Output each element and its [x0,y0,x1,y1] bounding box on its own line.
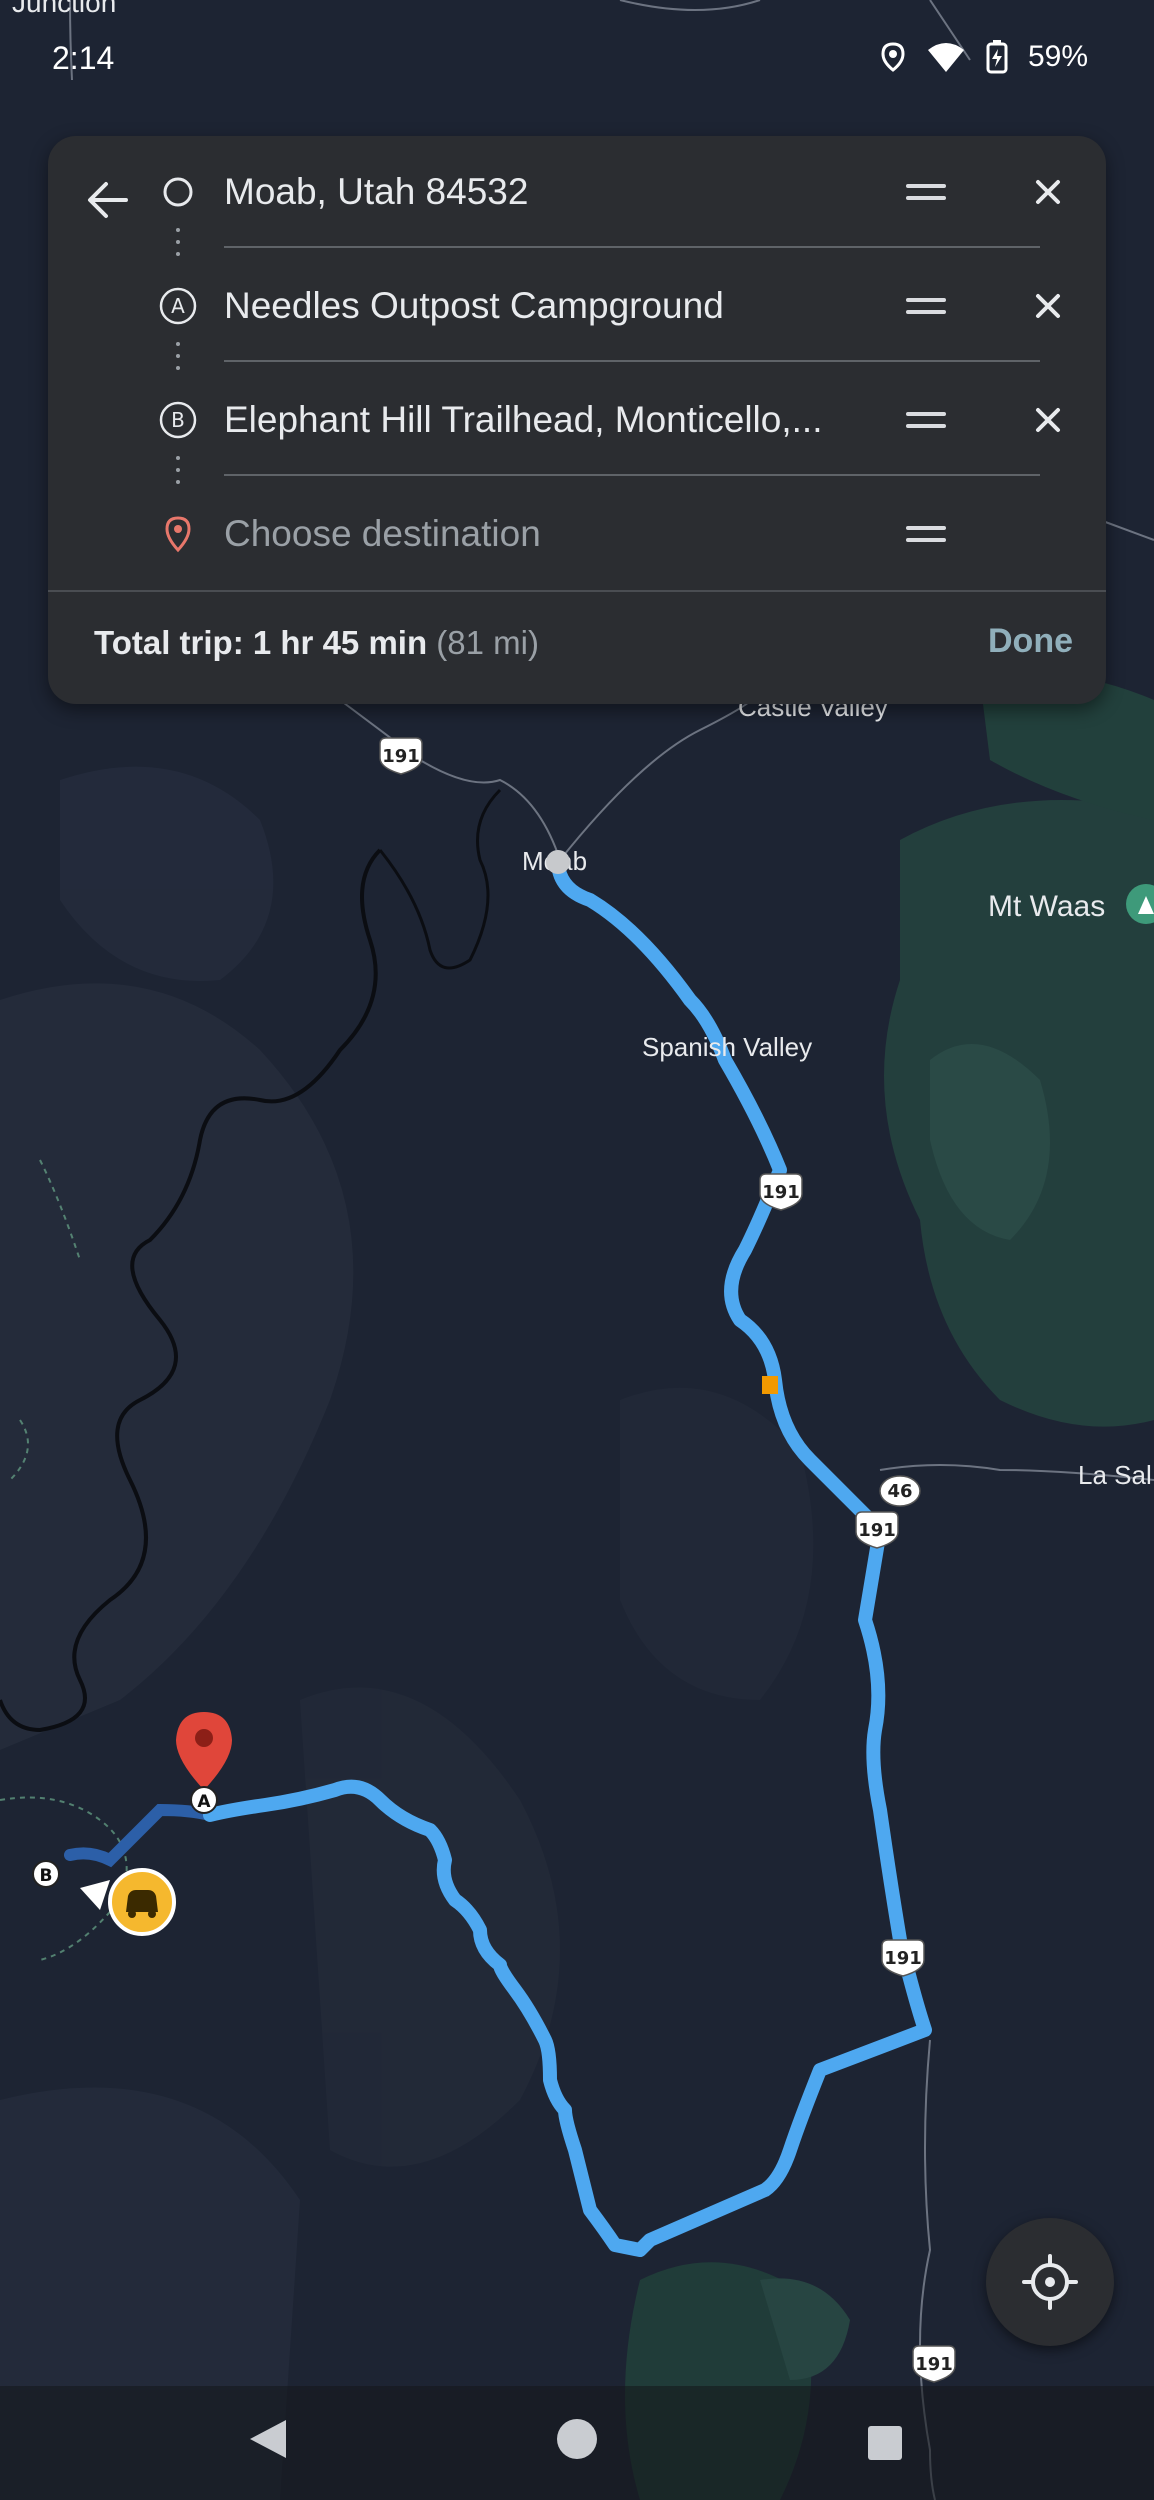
remove-stop-button[interactable] [1028,286,1068,326]
svg-text:A: A [171,294,185,318]
close-icon [1036,180,1060,204]
trip-summary-label: Total trip: [94,624,253,661]
close-icon [1036,294,1060,318]
divider [224,360,1040,362]
stop-a-icon: A [158,286,198,326]
stop-row-a[interactable]: A Needles Outpost Campground [48,250,1106,364]
svg-text:191: 191 [858,1520,896,1541]
stop-b-map-marker[interactable]: B [32,1860,60,1888]
close-icon [1036,408,1060,432]
nav-recents-button[interactable] [866,2424,904,2467]
wifi-icon [926,42,966,72]
nav-home-button[interactable] [554,2416,600,2467]
svg-text:46: 46 [887,1481,912,1502]
my-location-button[interactable] [986,2218,1114,2346]
back-icon [250,2420,286,2458]
highway-shield: 191 [912,2345,956,2383]
highway-shield: 46 [879,1475,921,1507]
highway-shield: 191 [379,737,423,775]
svg-text:191: 191 [762,1182,800,1203]
destination-pin-icon [158,514,198,554]
trip-duration: 1 hr 45 min [252,624,428,661]
directions-card: Moab, Utah 84532 A Needles Outpost Campg… [48,136,1106,704]
status-bar: 2:14 59% [0,30,1154,90]
place-label-la-sal: La Sal [1078,1460,1152,1490]
status-icons: 59% [880,40,1088,74]
recents-icon [868,2426,902,2460]
stop-row-destination[interactable]: Choose destination [48,478,1106,592]
done-button[interactable]: Done [988,622,1073,661]
moab-origin-dot [546,850,570,874]
highway-shield: 191 [881,1939,925,1977]
place-label-spanish-valley: Spanish Valley [642,1032,812,1062]
remove-stop-button[interactable] [1028,400,1068,440]
highway-shield: 191 [855,1511,899,1549]
status-time: 2:14 [52,40,115,76]
system-nav-bar [0,2386,1154,2500]
stop-a-field[interactable]: Needles Outpost Campground [224,276,864,336]
remove-stop-button[interactable] [1028,172,1068,212]
svg-text:A: A [197,1792,211,1812]
stop-row-b[interactable]: B Elephant Hill Trailhead, Monticello,..… [48,364,1106,478]
nav-back-button[interactable] [246,2416,290,2467]
svg-text:B: B [40,1866,53,1886]
drag-handle-icon[interactable] [906,290,946,322]
place-label-junction: Junction [12,0,116,18]
svg-text:191: 191 [382,746,420,767]
crosshair-icon [1022,2254,1078,2310]
battery-percent: 59% [1027,40,1088,73]
home-icon [557,2419,597,2459]
divider [224,474,1040,476]
svg-text:191: 191 [884,1948,922,1969]
location-icon [880,42,906,72]
origin-field[interactable]: Moab, Utah 84532 [224,162,864,222]
stop-b-field[interactable]: Elephant Hill Trailhead, Monticello,... [224,390,864,450]
stop-row-origin[interactable]: Moab, Utah 84532 [48,136,1106,250]
place-label-mt-waas: Mt Waas [988,890,1105,923]
stop-b-icon: B [158,400,198,440]
drag-handle-icon[interactable] [906,518,946,550]
svg-text:B: B [171,408,185,432]
origin-circle-icon [158,172,198,212]
svg-text:191: 191 [915,2354,953,2375]
battery-charging-icon [986,40,1008,74]
drag-handle-icon[interactable] [906,404,946,436]
drag-handle-icon[interactable] [906,176,946,208]
trip-summary: Total trip: 1 hr 45 min (81 mi) [94,624,539,662]
divider [224,246,1040,248]
card-divider [48,590,1106,592]
traffic-segment [762,1376,778,1394]
highway-shield: 191 [759,1173,803,1211]
destination-field[interactable]: Choose destination [224,504,864,564]
trip-distance: (81 mi) [436,624,539,661]
